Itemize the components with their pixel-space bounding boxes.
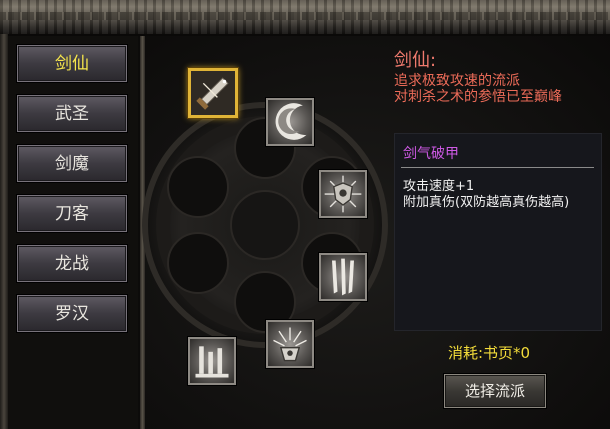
cost-label: 消耗:书页*0 [448,344,531,362]
skill-slot-fortress[interactable] [188,337,236,385]
class-title: 剑仙: [394,50,437,71]
shield-burst-icon [324,175,362,213]
crescent-slash-icon [275,103,307,140]
class-button-daoke[interactable]: 刀客 [17,195,127,232]
sword-icon [191,71,235,115]
frame-left-pillar [0,34,8,429]
skill-slot-shield[interactable] [319,170,367,218]
select-school-button[interactable]: 选择流派 [444,374,546,408]
skill-info-box: 剑气破甲 攻击速度+1 附加真伤(双防越高真伤越高) [394,133,602,331]
skill-slot-claw[interactable] [319,253,367,301]
class-button-luohan[interactable]: 罗汉 [17,295,127,332]
ornate-top-border [0,0,610,36]
skill-info-divider [401,167,594,168]
skill-name: 剑气破甲 [403,146,459,162]
skill-effect-1: 攻击速度+1 [403,179,475,194]
class-button-wusheng[interactable]: 武圣 [17,95,127,132]
skill-slot-crescent[interactable] [266,98,314,146]
radiant-emblem-icon [273,327,307,362]
claw-strike-icon [332,258,354,296]
class-button-jianmo[interactable]: 剑魔 [17,145,127,182]
class-description-line-1: 追求极致攻速的流派 [394,73,520,89]
class-button-jianxian[interactable]: 剑仙 [17,45,127,82]
class-description-line-2: 对刺杀之术的参悟已至巅峰 [394,89,562,105]
skill-wheel-emblem [142,102,388,348]
fortress-icon [195,346,229,378]
skill-slot-emblem[interactable] [266,320,314,368]
skill-slot-sword[interactable] [188,68,238,118]
class-button-longzhan[interactable]: 龙战 [17,245,127,282]
skill-effect-2: 附加真伤(双防越高真伤越高) [403,195,570,210]
